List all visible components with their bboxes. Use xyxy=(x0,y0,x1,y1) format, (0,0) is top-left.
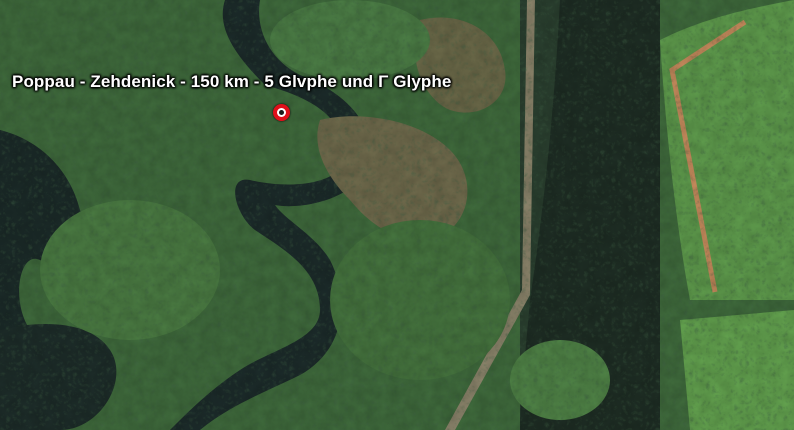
satellite-map[interactable]: Poppau - Zehdenick - 150 km - 5 Glvphe u… xyxy=(0,0,794,430)
satellite-imagery xyxy=(0,0,794,430)
placemark-label[interactable]: Poppau - Zehdenick - 150 km - 5 Glvphe u… xyxy=(12,72,451,92)
placemark-marker-icon[interactable] xyxy=(273,104,290,121)
